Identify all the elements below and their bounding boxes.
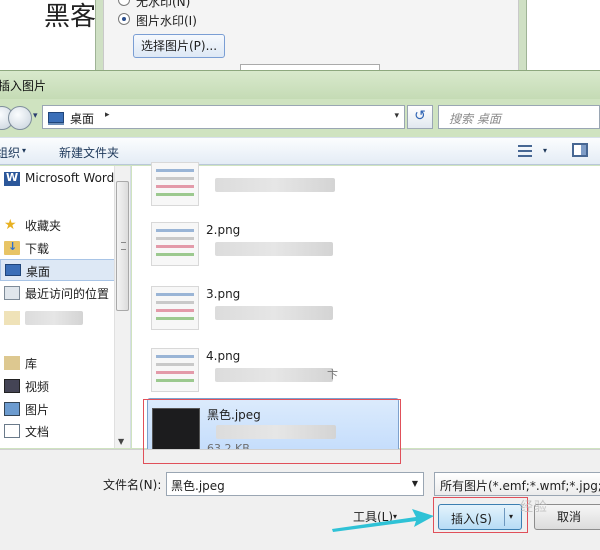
blurred-label — [25, 311, 83, 325]
document-text: 黑客 — [44, 2, 97, 32]
nav-item-documents[interactable]: 文档 — [0, 420, 115, 442]
filename-input[interactable]: 黑色.jpeg ▼ — [166, 472, 424, 496]
filename-value: 黑色.jpeg — [171, 479, 225, 493]
scrollbar-thumb[interactable] — [116, 181, 129, 311]
breadcrumb-chevron-icon[interactable]: ▸ — [105, 110, 110, 120]
new-folder-button[interactable]: 新建文件夹 — [59, 144, 119, 161]
blurred-details — [215, 306, 333, 320]
library-icon — [4, 356, 20, 370]
address-dropdown-icon[interactable]: ▾ — [394, 111, 399, 121]
file-thumbnail — [151, 348, 199, 392]
search-placeholder: 搜索 桌面 — [449, 112, 501, 126]
video-icon — [4, 379, 20, 393]
picture-watermark-label: 图片水印(I) — [136, 14, 197, 28]
file-type-value: 所有图片(*.emf;*.wmf;*.jpg;*.j — [440, 479, 600, 493]
documents-icon — [4, 424, 20, 438]
nav-item-videos[interactable]: 视频 — [0, 375, 115, 397]
watermark-dialog: 无水印(N) 图片水印(I) 选择图片(P)... — [95, 0, 527, 76]
navigation-row: ▾ 桌面 ▸ ▾ ↺ 搜索 桌面 — [0, 101, 600, 131]
nav-label: 文档 — [25, 425, 50, 439]
nav-label: 图片 — [25, 403, 50, 417]
view-options-icon[interactable] — [518, 144, 536, 158]
dialog-title: 插入图片 — [0, 79, 47, 93]
nav-item-libraries[interactable]: 库 — [0, 352, 115, 374]
no-watermark-label: 无水印(N) — [136, 0, 191, 9]
no-watermark-radio[interactable] — [118, 0, 130, 6]
pointer-arrow-icon — [332, 509, 434, 532]
nav-label: 收藏夹 — [25, 219, 62, 233]
nav-item-desktop[interactable]: 桌面 — [0, 259, 115, 281]
pictures-icon — [4, 402, 20, 416]
preview-pane-icon[interactable] — [572, 143, 588, 157]
nav-item-pictures[interactable]: 图片 — [0, 398, 115, 420]
nav-item-recent-places[interactable]: 最近访问的位置 — [0, 282, 115, 304]
blurred-details — [215, 242, 333, 256]
file-thumbnail — [151, 162, 199, 206]
picture-watermark-radio[interactable] — [118, 13, 130, 25]
dialog-titlebar[interactable]: 插入图片 — [0, 71, 600, 99]
recent-places-icon — [4, 286, 20, 300]
history-dropdown-icon[interactable]: ▾ — [33, 111, 38, 121]
nav-item-microsoft-word[interactable]: Microsoft Word — [0, 168, 115, 190]
navigation-pane: Microsoft Word ★ 收藏夹 下载 桌面 最近访问的位置 库 视频 — [0, 166, 131, 448]
nav-label: 桌面 — [26, 265, 51, 279]
word-icon — [4, 171, 20, 186]
filename-label: 文件名(N): — [103, 478, 162, 492]
insert-button-highlight — [433, 497, 528, 533]
watermark-dialog-body: 无水印(N) 图片水印(I) 选择图片(P)... — [103, 0, 519, 76]
scroll-down-icon[interactable]: ▼ — [118, 437, 124, 446]
address-bar[interactable]: 桌面 ▸ ▾ — [42, 105, 405, 129]
desktop-icon — [5, 264, 21, 276]
watermark-logo-text: 经验 — [520, 500, 549, 515]
scrollbar-grip — [121, 242, 126, 250]
search-input[interactable]: 搜索 桌面 — [438, 105, 600, 129]
list-item[interactable]: 3.png — [147, 280, 399, 336]
navigation-scrollbar[interactable]: ▼ — [114, 166, 130, 448]
word-document-background: 黑客 无水印(N) 图片水印(I) 选择图片(P)... — [0, 0, 600, 76]
downloads-folder-icon — [4, 240, 20, 255]
nav-item-downloads[interactable]: 下载 — [0, 237, 115, 259]
selected-file-highlight — [143, 399, 401, 464]
file-thumbnail — [151, 286, 199, 330]
file-detail-fragment: 卞 — [327, 368, 338, 381]
file-name: 2.png — [206, 223, 241, 237]
favorites-star-icon: ★ — [4, 217, 17, 233]
insert-picture-dialog: 插入图片 ▾ 桌面 ▸ ▾ ↺ 搜索 桌面 组织 ▾ 新建文件夹 ▾ Micro… — [0, 70, 600, 550]
organize-dropdown-icon[interactable]: ▾ — [22, 146, 26, 155]
nav-label: Microsoft Word — [25, 171, 115, 185]
filename-dropdown-icon[interactable]: ▼ — [412, 479, 418, 488]
address-location[interactable]: 桌面 — [70, 110, 94, 127]
list-item[interactable]: 4.png 卞 — [147, 342, 399, 398]
blurred-details — [215, 368, 333, 382]
folder-icon — [4, 311, 20, 325]
forward-button[interactable] — [8, 106, 32, 130]
list-item[interactable]: 2.png — [147, 216, 399, 272]
file-type-select[interactable]: 所有图片(*.emf;*.wmf;*.jpg;*.j — [434, 472, 600, 496]
refresh-button[interactable]: ↺ — [407, 105, 433, 129]
file-thumbnail — [151, 222, 199, 266]
nav-label: 最近访问的位置 — [25, 287, 110, 301]
nav-item-favorites[interactable]: ★ 收藏夹 — [0, 214, 115, 236]
file-name: 4.png — [206, 349, 241, 363]
desktop-icon — [48, 112, 64, 125]
view-dropdown-icon[interactable]: ▾ — [543, 146, 547, 155]
nav-label: 下载 — [25, 242, 50, 256]
nav-item-hidden[interactable] — [0, 307, 115, 329]
list-item[interactable] — [147, 156, 399, 212]
nav-label: 视频 — [25, 380, 50, 394]
select-picture-button[interactable]: 选择图片(P)... — [133, 34, 225, 58]
file-name: 3.png — [206, 287, 241, 301]
blurred-details — [215, 178, 335, 192]
nav-label: 库 — [25, 357, 38, 371]
organize-menu-button[interactable]: 组织 — [0, 144, 20, 161]
